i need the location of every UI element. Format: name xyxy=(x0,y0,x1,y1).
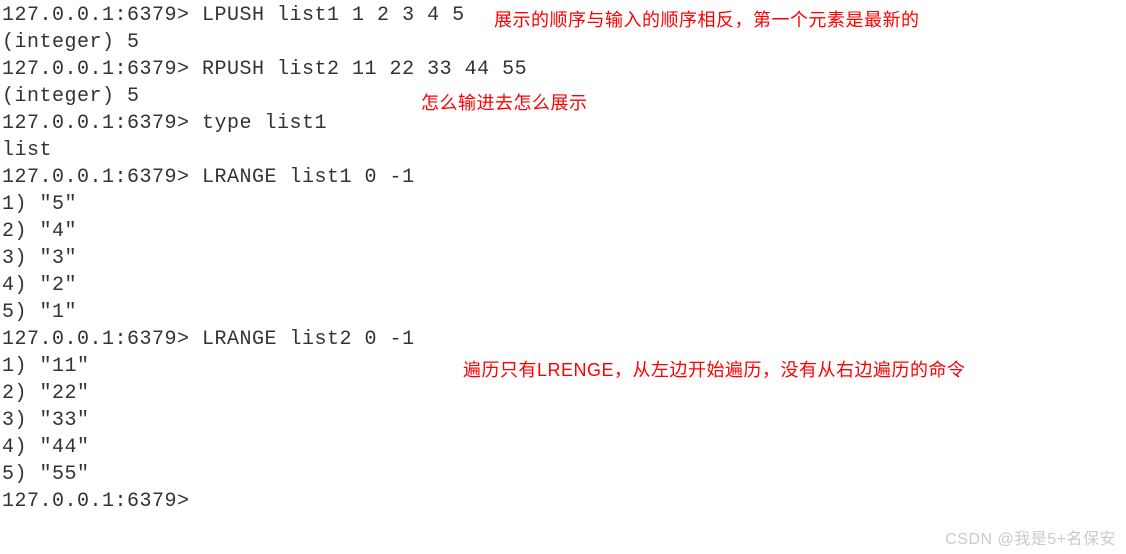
annotation-rpush-note: 怎么输进去怎么展示 xyxy=(421,89,588,115)
terminal-line: 127.0.0.1:6379> LRANGE list1 0 -1 xyxy=(2,164,1124,191)
prompt: 127.0.0.1:6379> xyxy=(2,490,190,513)
terminal-line: 127.0.0.1:6379> RPUSH list2 11 22 33 44 … xyxy=(2,56,1124,83)
prompt: 127.0.0.1:6379> xyxy=(2,166,202,189)
prompt: 127.0.0.1:6379> xyxy=(2,112,202,135)
terminal-output: 2) "22" xyxy=(2,380,1124,407)
terminal-output: 2) "4" xyxy=(2,218,1124,245)
command-text: type list1 xyxy=(202,112,327,135)
prompt: 127.0.0.1:6379> xyxy=(2,58,202,81)
terminal-output: 3) "3" xyxy=(2,245,1124,272)
terminal-output: 3) "33" xyxy=(2,407,1124,434)
prompt: 127.0.0.1:6379> xyxy=(2,4,202,27)
annotation-lpush-note: 展示的顺序与输入的顺序相反，第一个元素是最新的 xyxy=(494,6,920,32)
terminal-output: (integer) 5 xyxy=(2,29,1124,56)
terminal-output: list xyxy=(2,137,1124,164)
watermark: CSDN @我是5+名保安 xyxy=(945,525,1116,549)
command-text: RPUSH list2 11 22 33 44 55 xyxy=(202,58,527,81)
command-text: LRANGE list2 0 -1 xyxy=(202,328,415,351)
prompt: 127.0.0.1:6379> xyxy=(2,328,202,351)
terminal-output: 4) "44" xyxy=(2,434,1124,461)
annotation-lrange-note: 遍历只有LRENGE，从左边开始遍历，没有从右边遍历的命令 xyxy=(463,356,966,382)
terminal-line: 127.0.0.1:6379> LRANGE list2 0 -1 xyxy=(2,326,1124,353)
terminal-output: 4) "2" xyxy=(2,272,1124,299)
terminal-output: 5) "55" xyxy=(2,461,1124,488)
terminal-output: 5) "1" xyxy=(2,299,1124,326)
command-text: LRANGE list1 0 -1 xyxy=(202,166,415,189)
terminal-line[interactable]: 127.0.0.1:6379> xyxy=(2,488,1124,515)
terminal-output: 1) "5" xyxy=(2,191,1124,218)
command-text: LPUSH list1 1 2 3 4 5 xyxy=(202,4,465,27)
